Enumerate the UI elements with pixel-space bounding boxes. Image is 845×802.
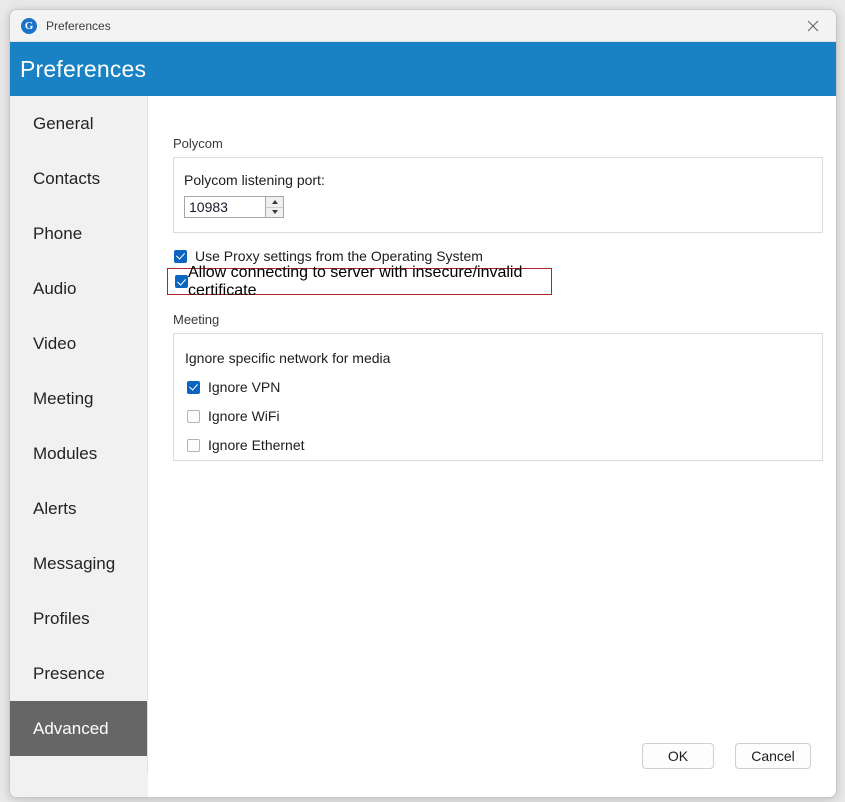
- sidebar-item-contacts[interactable]: Contacts: [10, 151, 147, 206]
- polycom-group-label: Polycom: [173, 136, 223, 151]
- ignore-network-label: Ignore specific network for media: [185, 350, 391, 366]
- sidebar-bottom-strip: [10, 773, 148, 797]
- checkbox-unchecked-icon: [187, 438, 200, 452]
- sidebar-item-label: Phone: [33, 223, 83, 243]
- close-icon[interactable]: [790, 10, 836, 41]
- sidebar-item-label: Contacts: [33, 168, 101, 188]
- checkbox-checked-icon: [187, 380, 200, 394]
- sidebar-item-general[interactable]: General: [10, 96, 147, 151]
- highlight-box-insecure-certificate: Allow connecting to server with insecure…: [167, 264, 552, 299]
- sidebar: General Contacts Phone Audio Video Meeti…: [10, 96, 148, 797]
- sidebar-item-label: Meeting: [33, 388, 94, 408]
- content-pane: Polycom Polycom listening port: Use Prox…: [149, 96, 836, 797]
- dialog-footer: OK Cancel: [149, 727, 836, 797]
- titlebar-title: Preferences: [46, 18, 111, 33]
- sidebar-item-label: Presence: [33, 663, 105, 683]
- sidebar-item-modules[interactable]: Modules: [10, 426, 147, 481]
- sidebar-item-messaging[interactable]: Messaging: [10, 536, 147, 591]
- checkbox-use-proxy[interactable]: Use Proxy settings from the Operating Sy…: [174, 248, 483, 264]
- chevron-up-icon[interactable]: [266, 197, 283, 208]
- spinner-stepper[interactable]: [265, 197, 283, 217]
- sidebar-item-label: Modules: [33, 443, 98, 463]
- sidebar-item-label: Video: [33, 333, 77, 353]
- page-title: Preferences: [20, 55, 147, 82]
- sidebar-item-video[interactable]: Video: [10, 316, 147, 371]
- polycom-port-spinner[interactable]: [184, 196, 284, 218]
- sidebar-item-label: Messaging: [33, 553, 116, 573]
- sidebar-item-presence[interactable]: Presence: [10, 646, 147, 701]
- checkbox-ignore-vpn[interactable]: Ignore VPN: [187, 379, 280, 395]
- g-logo-icon: G: [21, 17, 37, 34]
- chevron-down-icon[interactable]: [266, 208, 283, 218]
- checkbox-allow-insecure-certificate-label: Allow connecting to server with insecure…: [188, 263, 523, 299]
- sidebar-item-label: Alerts: [33, 498, 77, 518]
- sidebar-item-label: Audio: [33, 278, 77, 298]
- meeting-group-box: Ignore specific network for media Ignore…: [173, 333, 823, 461]
- cancel-button[interactable]: Cancel: [735, 743, 811, 769]
- checkbox-ignore-wifi-label: Ignore WiFi: [208, 408, 280, 424]
- checkbox-checked-icon: [174, 249, 187, 263]
- checkbox-ignore-ethernet-label: Ignore Ethernet: [208, 437, 305, 453]
- sidebar-item-profiles[interactable]: Profiles: [10, 591, 147, 646]
- checkbox-ignore-wifi[interactable]: Ignore WiFi: [187, 408, 280, 424]
- checkbox-checked-icon: [175, 275, 188, 288]
- polycom-port-label: Polycom listening port:: [184, 172, 325, 188]
- header-banner: Preferences: [10, 42, 836, 96]
- polycom-group-box: Polycom listening port:: [173, 157, 823, 233]
- polycom-port-input[interactable]: [185, 197, 265, 217]
- sidebar-item-label: General: [33, 113, 94, 133]
- checkbox-use-proxy-label: Use Proxy settings from the Operating Sy…: [195, 248, 483, 264]
- sidebar-item-label: Advanced: [33, 718, 109, 738]
- sidebar-item-audio[interactable]: Audio: [10, 261, 147, 316]
- sidebar-item-label: Profiles: [33, 608, 90, 628]
- sidebar-item-meeting[interactable]: Meeting: [10, 371, 147, 426]
- checkbox-unchecked-icon: [187, 409, 200, 423]
- sidebar-item-phone[interactable]: Phone: [10, 206, 147, 261]
- checkbox-allow-insecure-certificate[interactable]: Allow connecting to server with insecure…: [175, 264, 551, 299]
- dialog-body: General Contacts Phone Audio Video Meeti…: [10, 96, 836, 797]
- ok-button[interactable]: OK: [642, 743, 714, 769]
- sidebar-item-alerts[interactable]: Alerts: [10, 481, 147, 536]
- checkbox-ignore-ethernet[interactable]: Ignore Ethernet: [187, 437, 305, 453]
- sidebar-item-advanced[interactable]: Advanced: [10, 701, 147, 756]
- preferences-dialog: G Preferences Preferences General Contac…: [9, 9, 837, 798]
- meeting-group-label: Meeting: [173, 312, 220, 327]
- title-bar: G Preferences: [10, 10, 836, 42]
- checkbox-ignore-vpn-label: Ignore VPN: [208, 379, 281, 395]
